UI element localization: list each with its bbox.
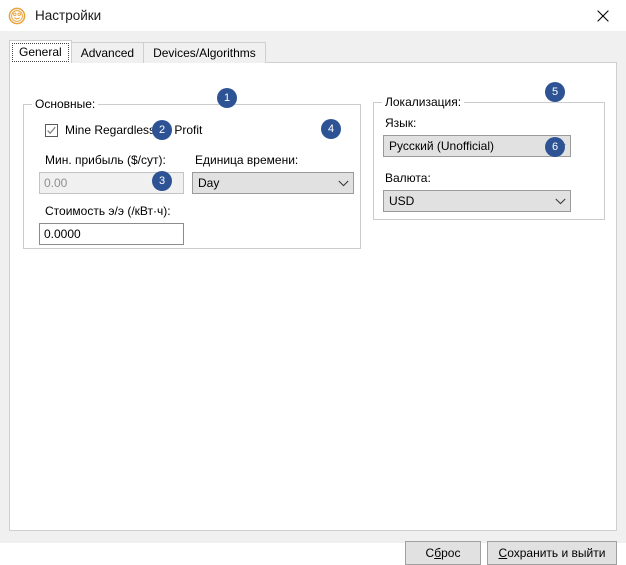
chevron-down-icon	[333, 180, 353, 187]
tab-devices-algorithms-label: Devices/Algorithms	[153, 46, 256, 60]
annotation-badge-5: 5	[545, 82, 565, 102]
currency-label: Валюта:	[385, 171, 431, 185]
coin-smiley-icon	[8, 7, 26, 25]
language-label: Язык:	[385, 116, 417, 130]
tab-advanced[interactable]: Advanced	[70, 42, 145, 63]
annotation-badge-2: 2	[152, 120, 172, 140]
tab-advanced-label: Advanced	[80, 46, 135, 60]
annotation-badge-3: 3	[152, 171, 172, 191]
min-profit-label: Мин. прибыль ($/сут):	[45, 153, 166, 167]
language-value: Русский (Unofficial)	[389, 139, 494, 153]
power-cost-value: 0.0000	[44, 227, 81, 241]
window-body: General Advanced Devices/Algorithms Осно…	[0, 31, 626, 565]
checkbox-box	[45, 123, 58, 137]
group-localization-title: Локализация:	[382, 95, 465, 109]
time-unit-label: Единица времени:	[195, 153, 299, 167]
annotation-badge-1: 1	[217, 88, 237, 108]
annotation-badge-4: 4	[321, 119, 341, 139]
power-cost-label: Стоимость э/э (/кВт·ч):	[45, 204, 171, 218]
chevron-down-icon	[550, 198, 570, 205]
check-icon	[47, 126, 56, 134]
tab-page-general: Основные: Mine Regardless Of Profit Мин.…	[9, 62, 617, 531]
save-and-exit-button[interactable]: Сохранить и выйти	[487, 541, 617, 565]
save-and-exit-button-label: Сохранить и выйти	[498, 546, 606, 560]
tab-strip: General Advanced Devices/Algorithms	[9, 40, 266, 63]
window-titlebar: Настройки	[0, 0, 626, 31]
time-unit-combobox[interactable]: Day	[192, 172, 354, 194]
close-icon[interactable]	[580, 0, 626, 31]
power-cost-input[interactable]: 0.0000	[39, 223, 184, 245]
currency-value: USD	[389, 194, 415, 208]
tab-devices-algorithms[interactable]: Devices/Algorithms	[143, 42, 266, 63]
group-basic-settings: Основные: Mine Regardless Of Profit Мин.…	[23, 97, 361, 249]
group-basic-title: Основные:	[32, 97, 99, 111]
window-title: Настройки	[35, 7, 102, 23]
mine-regardless-of-profit-checkbox[interactable]: Mine Regardless Of Profit	[45, 123, 202, 137]
time-unit-value: Day	[198, 176, 220, 190]
annotation-badge-6: 6	[545, 137, 565, 157]
tab-general[interactable]: General	[9, 40, 72, 63]
group-localization: Локализация: Язык: Русский (Unofficial) …	[373, 95, 605, 220]
reset-button-label: Сброс	[425, 546, 461, 560]
tab-general-label: General	[19, 45, 62, 59]
min-profit-value: 0.00	[44, 176, 68, 190]
currency-combobox[interactable]: USD	[383, 190, 571, 212]
reset-button[interactable]: Сброс	[405, 541, 481, 565]
language-combobox[interactable]: Русский (Unofficial)	[383, 135, 571, 157]
mine-regardless-of-profit-label: Mine Regardless Of Profit	[65, 123, 203, 137]
